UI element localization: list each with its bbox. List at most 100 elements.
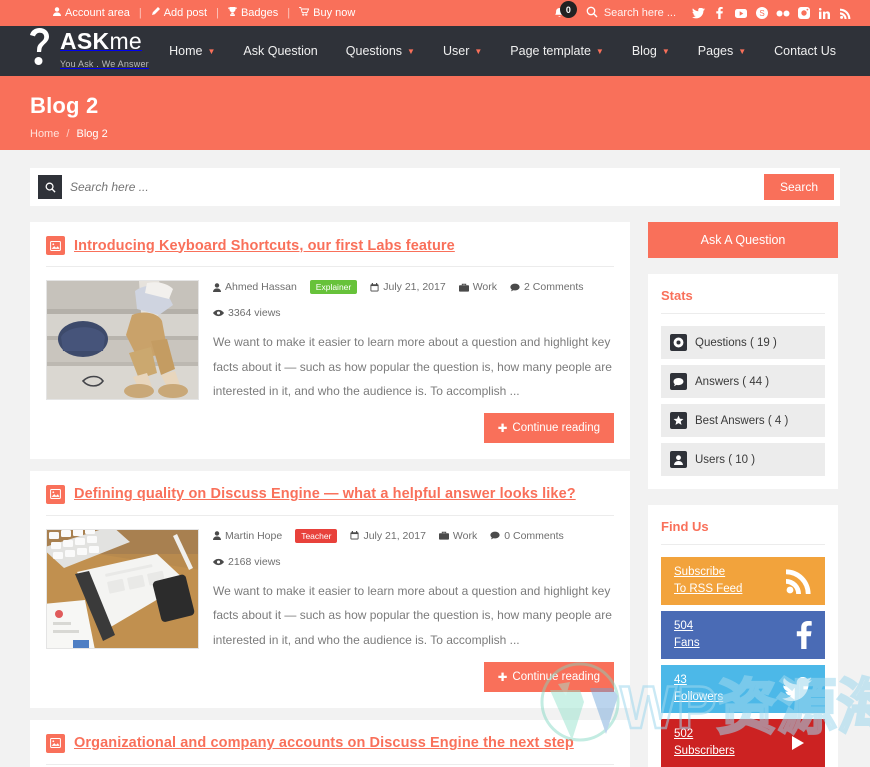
youtube-icon[interactable] [730, 0, 751, 26]
nav-item-questions[interactable]: Questions ▼ [332, 44, 429, 58]
flickr-icon[interactable] [772, 0, 793, 26]
author-name: Ahmed Hassan [225, 281, 297, 293]
search-icon[interactable] [38, 175, 62, 199]
top-link-buy-now[interactable]: Buy now [290, 6, 364, 19]
post-date: July 21, 2017 [370, 281, 446, 293]
chevron-down-icon: ▼ [661, 46, 670, 56]
post-title[interactable]: Introducing Keyboard Shortcuts, our firs… [74, 238, 455, 254]
top-link-badges[interactable]: Badges [219, 7, 287, 19]
user-icon [213, 282, 221, 292]
continue-reading-button[interactable]: ✚ Continue reading [483, 661, 614, 692]
find-us-rss[interactable]: Subscribe To RSS Feed [661, 557, 825, 605]
eye-icon [213, 309, 224, 317]
main-navigation: Home ▼ Ask Question Questions ▼ User ▼ Page… [155, 44, 850, 58]
find-us-text: 502 Subscribers [674, 726, 735, 759]
nav-item-page-template[interactable]: Page template ▼ [496, 44, 618, 58]
breadcrumb-home[interactable]: Home [30, 128, 59, 140]
continue-wrap: ✚ Continue reading [213, 412, 614, 443]
nav-item-ask-question[interactable]: Ask Question [229, 44, 331, 58]
site-logo[interactable]: ASKme You Ask . We Answer [28, 28, 155, 72]
calendar-icon [350, 531, 360, 540]
youtube-icon [782, 731, 812, 755]
stat-row-questions[interactable]: Questions ( 19 ) [661, 326, 825, 359]
author-badge: Explainer [309, 280, 358, 294]
comment-icon [490, 531, 500, 540]
post-views: 2168 views [213, 556, 281, 568]
post-views: 3364 views [213, 307, 281, 319]
notifications-button[interactable]: 0 [550, 0, 584, 26]
post-meta: Martin Hope Teacher July 21, 2017 Work 0… [213, 528, 614, 568]
post-card: Organizational and company accounts on D… [30, 719, 630, 767]
logo-tagline: You Ask . We Answer [60, 59, 149, 69]
category-text: Work [472, 281, 498, 293]
page-title: Blog 2 [30, 93, 99, 118]
twitter-icon[interactable] [688, 0, 709, 26]
nav-item-pages[interactable]: Pages ▼ [684, 44, 760, 58]
chevron-down-icon: ▼ [738, 46, 747, 56]
facebook-icon[interactable] [709, 0, 730, 26]
post-category[interactable]: Work [438, 530, 477, 542]
nav-item-home[interactable]: Home ▼ [155, 44, 229, 58]
top-link-label: Add post [163, 7, 208, 19]
continue-label: Continue reading [512, 670, 600, 683]
search-input[interactable] [70, 180, 764, 194]
search-icon[interactable] [586, 6, 598, 21]
post-excerpt: We want to make it easier to learn more … [213, 335, 612, 399]
top-bar-links: Account area | Add post | Badges | Buy n… [44, 6, 364, 19]
stat-row-answers[interactable]: Answers ( 44 ) [661, 365, 825, 398]
post-author[interactable]: Ahmed Hassan [213, 281, 297, 293]
logo-text: ASKme You Ask . We Answer [60, 30, 155, 72]
find-us-twitter[interactable]: 43 Followers [661, 665, 825, 713]
post-thumbnail[interactable] [46, 528, 199, 649]
continue-reading-button[interactable]: ✚ Continue reading [483, 412, 614, 443]
social-links: S [688, 0, 856, 26]
top-search-text[interactable]: Search here ... [604, 7, 676, 19]
chevron-down-icon: ▼ [407, 46, 415, 56]
nav-item-contact-us[interactable]: Contact Us [760, 44, 850, 58]
find-us-facebook[interactable]: 504 Fans [661, 611, 825, 659]
top-link-add-post[interactable]: Add post [142, 7, 216, 19]
post-author[interactable]: Martin Hope [213, 530, 282, 542]
ask-a-question-button[interactable]: Ask A Question [648, 222, 838, 258]
post-thumbnail[interactable] [46, 280, 199, 400]
author-name: Martin Hope [225, 529, 283, 542]
logo-sub: me [109, 28, 143, 54]
find-us-text: 504 Fans [674, 618, 700, 651]
post-card: Defining quality on Discuss Engine — wha… [30, 470, 630, 708]
post-category[interactable]: Work [458, 281, 498, 293]
post-title[interactable]: Defining quality on Discuss Engine — wha… [74, 486, 576, 502]
rss-icon[interactable] [835, 0, 856, 26]
stat-label: Answers ( 44 ) [695, 375, 770, 388]
notification-count-badge: 0 [559, 1, 577, 18]
find-line-1: 504 [674, 620, 694, 633]
post-title[interactable]: Organizational and company accounts on D… [74, 735, 574, 751]
stat-row-best-answers[interactable]: Best Answers ( 4 ) [661, 404, 825, 437]
find-line-2: Fans [674, 637, 700, 649]
find-us-youtube[interactable]: 502 Subscribers [661, 719, 825, 767]
stat-row-users[interactable]: Users ( 10 ) [661, 443, 825, 476]
eye-icon [213, 558, 224, 566]
nav-item-user[interactable]: User ▼ [429, 44, 496, 58]
nav-item-blog[interactable]: Blog ▼ [618, 44, 684, 58]
columns: Introducing Keyboard Shortcuts, our firs… [30, 222, 840, 767]
nav-label: Contact Us [774, 44, 836, 58]
stats-widget-title: Stats [661, 288, 825, 314]
post-comments[interactable]: 0 Comments [490, 530, 564, 542]
question-mark-logo-icon [28, 28, 50, 72]
views-text: 3364 views [228, 307, 281, 319]
top-link-account-area[interactable]: Account area [44, 7, 139, 19]
breadcrumb-separator: / [66, 128, 70, 140]
stat-label: Questions ( 19 ) [695, 336, 777, 349]
post-comments[interactable]: 2 Comments [510, 281, 584, 293]
skype-icon[interactable]: S [751, 0, 772, 26]
linkedin-icon[interactable] [814, 0, 835, 26]
continue-wrap: ✚ Continue reading [213, 661, 614, 692]
search-button[interactable]: Search [763, 174, 834, 200]
find-us-text: Subscribe To RSS Feed [674, 564, 742, 597]
nav-label: Page template [510, 44, 591, 58]
instagram-icon[interactable] [793, 0, 814, 26]
post-body: Ahmed Hassan Explainer July 21, 2017 Wor… [46, 267, 614, 443]
rss-icon [786, 568, 812, 594]
find-us-widget-title: Find Us [661, 519, 825, 545]
chevron-down-icon: ▼ [474, 46, 483, 56]
